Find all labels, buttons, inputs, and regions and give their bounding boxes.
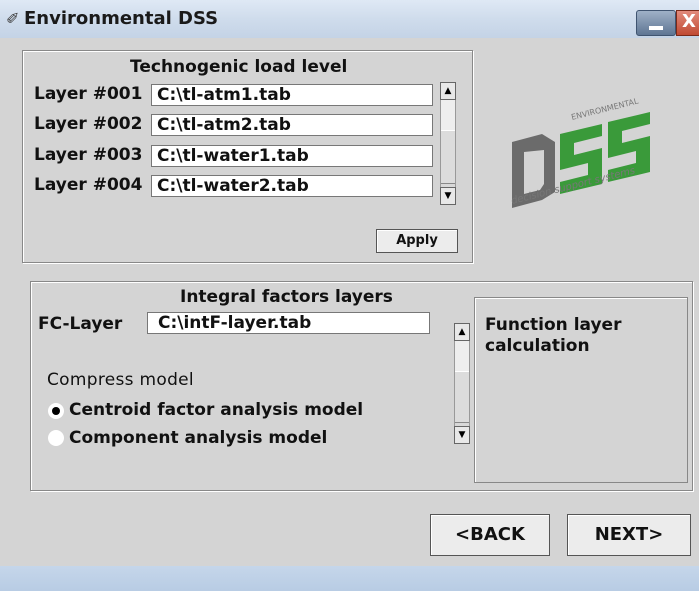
layer-label: Layer #003 [34,145,143,165]
option-label: Component analysis model [69,428,328,448]
option-label: Centroid factor analysis model [69,400,364,420]
layer-path-field[interactable]: C:\tl-atm2.tab [151,114,433,136]
layer-path-field[interactable]: C:\tl-atm1.tab [151,84,433,106]
layer-label: Layer #004 [34,175,143,195]
integral-scrollbar[interactable]: ▲ ▼ [454,323,470,444]
technogenic-title: Technogenic load level [130,57,348,77]
app-icon: ✐ [6,9,20,28]
fc-layer-label: FC-Layer [38,314,123,334]
close-button[interactable]: X [676,10,699,36]
title-bar: ✐ Environmental DSS X [0,0,699,38]
close-icon: X [682,11,696,32]
function-layer-button[interactable]: Function layer calculation [474,297,688,483]
layer-path-field[interactable]: C:\tl-water2.tab [151,175,433,197]
minimize-button[interactable] [636,10,676,36]
scroll-thumb[interactable] [441,130,455,184]
radio-component[interactable] [48,430,64,446]
scroll-down-button[interactable]: ▼ [454,426,470,444]
logo-bottom-text: decision support systems [510,165,636,206]
radio-selected-dot [52,407,60,415]
function-layer-label: Function layer calculation [485,315,622,356]
integral-title: Integral factors layers [180,287,393,307]
minimize-icon [649,26,663,30]
layer-label: Layer #002 [34,114,143,134]
fc-layer-field[interactable]: C:\intF-layer.tab [147,312,430,334]
scroll-track[interactable] [441,100,455,130]
layer-label: Layer #001 [34,84,143,104]
scroll-track[interactable] [455,341,469,371]
scroll-down-button[interactable]: ▼ [440,187,456,205]
back-button[interactable]: <BACK [430,514,550,556]
layers-scrollbar[interactable]: ▲ ▼ [440,82,456,205]
window-title: Environmental DSS [24,8,219,29]
scroll-up-button[interactable]: ▲ [440,82,456,100]
status-bar [0,566,699,591]
scroll-up-button[interactable]: ▲ [454,323,470,341]
dss-logo: ENVIRONMENTAL decision support systems [510,96,650,208]
scroll-thumb[interactable] [455,371,469,423]
next-button[interactable]: NEXT> [567,514,691,556]
layer-path-field[interactable]: C:\tl-water1.tab [151,145,433,167]
compress-model-label: Compress model [47,370,194,390]
apply-button[interactable]: Apply [376,229,458,253]
radio-centroid[interactable] [48,403,64,419]
